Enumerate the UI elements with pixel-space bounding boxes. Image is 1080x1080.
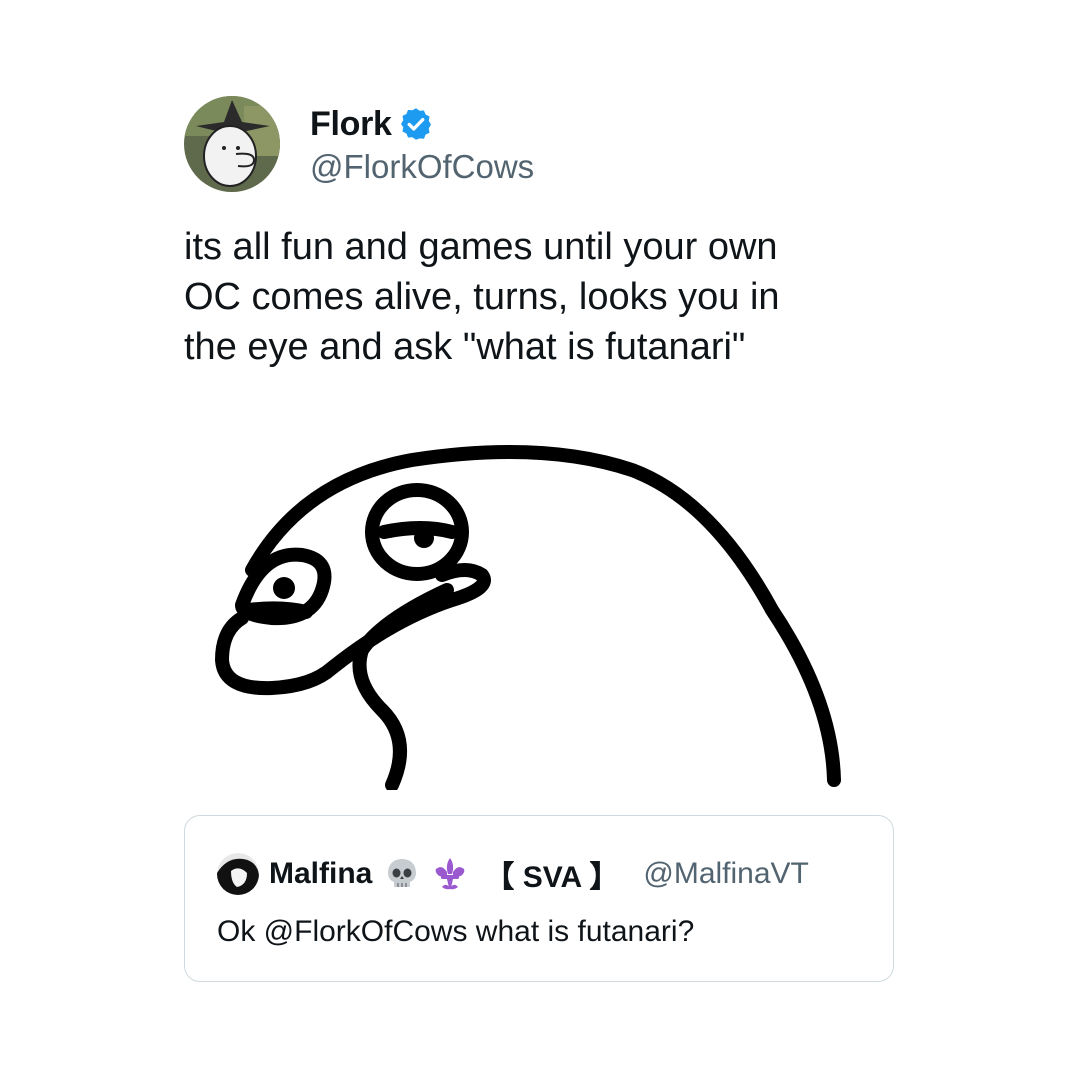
author-handle[interactable]: @FlorkOfCows	[310, 148, 534, 186]
quote-author-avatar[interactable]	[217, 853, 259, 895]
flork-drawing-icon	[215, 445, 841, 792]
quote-tweet[interactable]: Malfina 【 SVA 】 @MalfinaVT Ok @FlorkOfCo…	[184, 815, 894, 982]
author-avatar[interactable]	[184, 96, 280, 192]
quote-author-tag: 【 SVA 】	[484, 861, 620, 894]
tweet-text: its all fun and games until your own OC …	[184, 226, 780, 368]
skull-emoji-icon	[384, 856, 420, 892]
tweet: Flork @FlorkOfCows its all fun and games…	[184, 96, 896, 372]
author-text: Flork @FlorkOfCows	[310, 102, 534, 186]
tweet-author: Flork @FlorkOfCows	[184, 96, 896, 192]
quote-author: Malfina 【 SVA 】 @MalfinaVT	[217, 852, 809, 896]
verified-badge-icon	[398, 106, 434, 142]
author-display-name[interactable]: Flork	[310, 105, 392, 144]
quote-author-handle[interactable]: @MalfinaVT	[643, 857, 809, 891]
quote-author-display-name[interactable]: Malfina	[269, 857, 372, 891]
fleur-de-lis-emoji-icon	[432, 856, 468, 892]
malfina-avatar-icon	[217, 853, 259, 895]
tweet-media-image[interactable]	[212, 440, 852, 792]
name-row: Flork	[310, 102, 534, 146]
quote-text: Ok @FlorkOfCows what is futanari?	[217, 915, 695, 948]
flork-avatar-icon	[184, 96, 280, 192]
